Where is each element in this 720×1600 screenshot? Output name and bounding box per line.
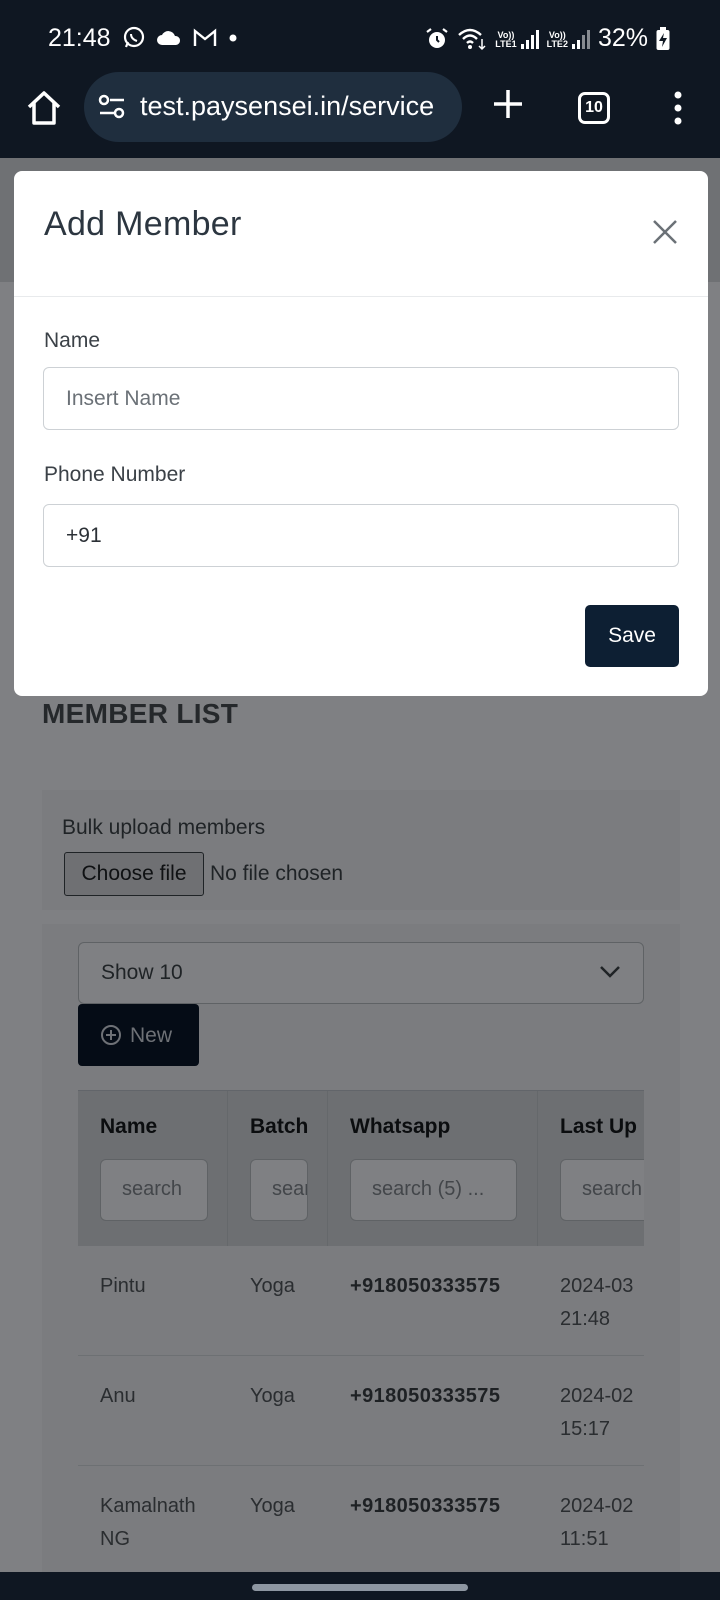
cell-updated-time: 11:51 (560, 1528, 609, 1550)
url-text[interactable]: test.paysensei.in/service (140, 91, 434, 122)
modal-title: Add Member (44, 205, 242, 243)
cell-updated-date: 2024-02 (560, 1385, 634, 1407)
modal-divider (14, 296, 708, 297)
table-row[interactable]: Anu Yoga +918050333575 2024-02 15:17 (78, 1356, 644, 1466)
plus-circle-icon (101, 1025, 121, 1045)
cell-whatsapp[interactable]: +918050333575 (350, 1270, 500, 1303)
bulk-upload-label: Bulk upload members (62, 816, 266, 839)
browser-toolbar: test.paysensei.in/service 10 (0, 72, 720, 158)
notification-icons (122, 26, 238, 50)
column-header-whatsapp[interactable]: Whatsapp (350, 1115, 450, 1139)
cell-name: Kamalnath (100, 1495, 196, 1517)
new-member-button[interactable]: New (78, 1004, 199, 1066)
status-time: 21:48 (48, 24, 111, 52)
new-button-label: New (130, 1024, 173, 1047)
add-member-modal: Add Member Name Insert Name Phone Number… (14, 171, 708, 696)
system-icons: Vo)) LTE1 Vo)) LTE2 32% (425, 24, 670, 53)
cell-batch: Yoga (250, 1275, 295, 1297)
cloud-icon (157, 31, 181, 45)
name-input[interactable]: Insert Name (43, 367, 679, 430)
table-header: Name search Batch search Whatsapp search… (78, 1090, 644, 1246)
tab-switcher-button[interactable]: 10 (578, 92, 610, 124)
chevron-down-icon (600, 966, 620, 978)
search-whatsapp-input[interactable]: search (5) ... (350, 1159, 517, 1221)
battery-charging-icon (656, 26, 670, 50)
alarm-icon (426, 27, 448, 48)
signal-icon (520, 29, 539, 49)
address-bar[interactable]: test.paysensei.in/service (84, 72, 462, 142)
phone-field-label: Phone Number (44, 463, 186, 486)
search-whatsapp-placeholder: search (5) ... (372, 1178, 485, 1200)
no-file-chosen-text: No file chosen (210, 862, 344, 885)
column-header-name[interactable]: Name (100, 1115, 157, 1139)
page-size-value: Show 10 (101, 961, 183, 984)
cell-batch: Yoga (250, 1385, 295, 1407)
member-table-card: Show 10 New Name search Batch search Wha… (42, 924, 680, 1572)
more-menu-icon[interactable] (668, 90, 688, 126)
bulk-upload-card: Bulk upload members Choose file No file … (42, 790, 680, 910)
cell-updated-date: 2024-02 (560, 1495, 634, 1517)
cell-updated-time: 15:17 (560, 1418, 611, 1440)
search-batch-placeholder: search (272, 1178, 307, 1200)
phone-input[interactable]: +91 (43, 504, 679, 567)
gmail-icon (193, 28, 217, 46)
choose-file-button[interactable]: Choose file (64, 852, 204, 896)
home-gesture-handle[interactable] (252, 1584, 468, 1591)
cell-updated-date: 2024-03 (560, 1275, 634, 1297)
signal-icon (571, 29, 590, 49)
cell-name-line2: NG (100, 1528, 130, 1550)
cell-whatsapp[interactable]: +918050333575 (350, 1490, 500, 1523)
status-bar: 21:48 Vo)) LTE1 Vo)) LTE2 32% (0, 0, 720, 80)
table-row[interactable]: Pintu Yoga +918050333575 2024-03 21:48 (78, 1246, 644, 1356)
sim2-label: LTE2 (546, 38, 568, 49)
table-row[interactable]: Kamalnath NG Yoga +918050333575 2024-02 … (78, 1466, 644, 1572)
column-batch: Batch search (228, 1091, 328, 1246)
sim1-label: LTE1 (495, 38, 517, 49)
whatsapp-icon (123, 26, 145, 48)
search-name-placeholder: search (122, 1178, 183, 1200)
dot-icon (229, 34, 237, 42)
name-input-placeholder: Insert Name (66, 387, 181, 410)
search-batch-input[interactable]: search (250, 1159, 308, 1221)
search-last-updated-placeholder: search (582, 1178, 643, 1200)
column-whatsapp: Whatsapp search (5) ... (328, 1091, 538, 1246)
cell-batch: Yoga (250, 1495, 295, 1517)
cell-name: Anu (100, 1385, 136, 1407)
battery-percent: 32% (597, 24, 648, 52)
close-icon[interactable] (650, 217, 680, 247)
search-last-updated-input[interactable]: search (560, 1159, 644, 1221)
search-name-input[interactable]: search (100, 1159, 208, 1221)
name-field-label: Name (44, 329, 101, 352)
system-nav-bar (0, 1572, 720, 1600)
column-name: Name search (78, 1091, 228, 1246)
cell-updated-time: 21:48 (560, 1308, 611, 1330)
page-size-select[interactable]: Show 10 (78, 942, 644, 1004)
member-table: Name search Batch search Whatsapp search… (78, 1090, 644, 1572)
phone-input-value: +91 (66, 524, 102, 547)
new-tab-icon[interactable] (490, 86, 526, 122)
column-last-updated: Last Up search (538, 1091, 644, 1246)
site-settings-icon[interactable] (98, 94, 126, 120)
sim2-indicator: Vo)) LTE2 (547, 29, 590, 49)
cell-name: Pintu (100, 1275, 146, 1297)
member-list-title: MEMBER LIST (42, 698, 239, 729)
column-header-batch[interactable]: Batch (250, 1115, 308, 1139)
cell-whatsapp[interactable]: +918050333575 (350, 1380, 500, 1413)
save-button[interactable]: Save (585, 605, 679, 667)
wifi-icon (458, 28, 486, 50)
home-icon[interactable] (24, 88, 64, 128)
sim1-indicator: Vo)) LTE1 (495, 29, 539, 49)
column-header-last-updated[interactable]: Last Up (560, 1115, 637, 1139)
